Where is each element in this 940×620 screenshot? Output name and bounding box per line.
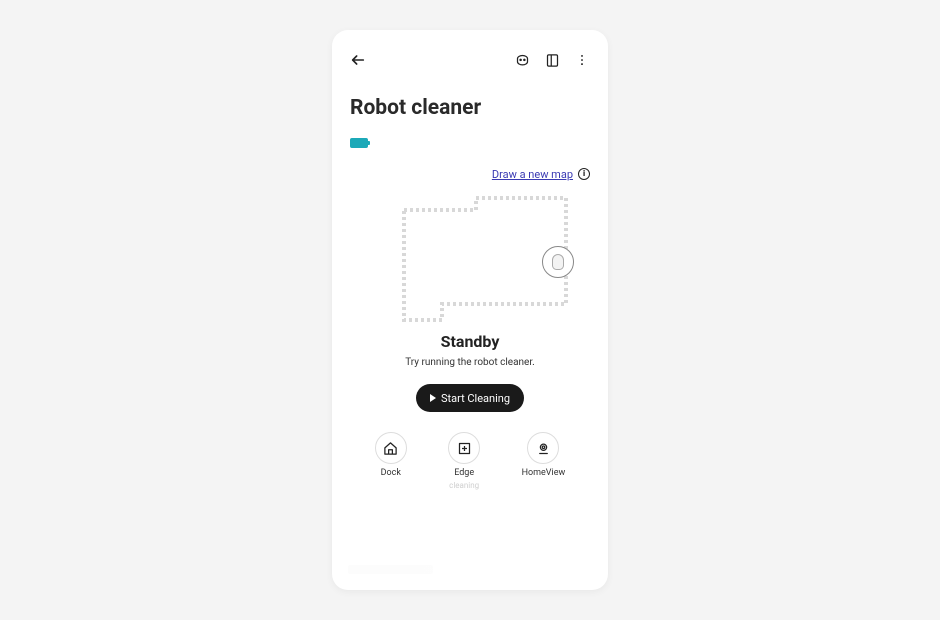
draw-new-map-link[interactable]: Draw a new map	[492, 169, 573, 180]
more-button[interactable]	[572, 50, 592, 70]
home-icon	[383, 441, 398, 456]
edge-icon	[457, 441, 472, 456]
page-title: Robot cleaner	[350, 96, 592, 120]
action-homeview-circle	[527, 432, 559, 464]
map-area	[348, 194, 592, 324]
action-dock[interactable]: Dock	[375, 432, 407, 490]
action-homeview[interactable]: HomeView	[522, 432, 566, 490]
back-arrow-icon	[350, 52, 366, 68]
top-bar-left	[348, 50, 368, 70]
status-heading: Standby	[348, 332, 592, 351]
top-bar	[348, 48, 592, 72]
robot-head-icon	[515, 53, 530, 68]
top-bar-right	[512, 50, 592, 70]
start-cleaning-button[interactable]: Start Cleaning	[416, 384, 524, 412]
action-edge-label: Edge	[454, 469, 474, 479]
actions-row: Dock Edge cleaning HomeView	[348, 432, 592, 490]
play-icon	[430, 394, 436, 402]
info-icon[interactable]: i	[578, 168, 590, 180]
panel-icon	[545, 53, 560, 68]
start-button-label: Start Cleaning	[441, 392, 510, 405]
panel-button[interactable]	[542, 50, 562, 70]
action-edge-circle	[448, 432, 480, 464]
battery-full-icon	[350, 138, 368, 148]
action-dock-circle	[375, 432, 407, 464]
bottom-placeholder	[348, 565, 433, 574]
camera-icon	[536, 441, 551, 456]
app-screen: Robot cleaner Draw a new map i Standby T…	[332, 30, 608, 590]
robot-position-icon	[542, 246, 574, 278]
action-homeview-label: HomeView	[522, 469, 566, 479]
action-dock-label: Dock	[381, 469, 401, 479]
map-link-row: Draw a new map i	[348, 168, 592, 180]
action-edge-sublabel: cleaning	[449, 481, 479, 490]
more-vertical-icon	[575, 53, 589, 67]
robot-head-button[interactable]	[512, 50, 532, 70]
action-edge[interactable]: Edge cleaning	[448, 432, 480, 490]
back-button[interactable]	[348, 50, 368, 70]
status-subtext: Try running the robot cleaner.	[348, 357, 592, 368]
